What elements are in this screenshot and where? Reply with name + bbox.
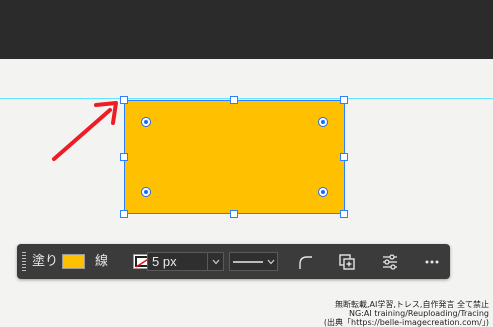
app-top-bar	[0, 0, 493, 59]
resize-handle-bottom-center[interactable]	[230, 210, 238, 218]
stroke-style-dropdown[interactable]	[229, 252, 278, 271]
stroke-label: 線	[95, 253, 109, 268]
resize-handle-top-left[interactable]	[120, 96, 128, 104]
watermark-line-2: NG:AI training/Reuploading/Tracing	[348, 309, 489, 318]
more-settings-icon[interactable]	[380, 252, 400, 272]
watermark-line-1: 無断転載,AI学習,トレス,自作発言 全て禁止	[334, 300, 489, 309]
contextual-task-bar: 塗り 線 5 px	[17, 244, 450, 279]
resize-handle-bottom-right[interactable]	[340, 210, 348, 218]
chevron-down-icon	[212, 259, 220, 265]
drag-grip-icon[interactable]	[22, 252, 26, 272]
resize-handle-middle-right[interactable]	[340, 153, 348, 161]
chevron-down-icon	[267, 259, 275, 265]
stroke-width-value: 5 px	[152, 254, 177, 269]
annotation-arrow-icon	[52, 101, 118, 161]
stroke-width-dropdown[interactable]: 5 px	[147, 252, 224, 271]
corner-radius-widget-top-right[interactable]	[318, 117, 328, 127]
resize-handle-top-right[interactable]	[340, 96, 348, 104]
corner-radius-widget-top-left[interactable]	[141, 117, 151, 127]
corner-radius-icon[interactable]	[296, 252, 316, 272]
dropdown-divider	[207, 253, 208, 270]
resize-handle-middle-left[interactable]	[120, 153, 128, 161]
stroke-line-preview-icon	[233, 261, 263, 263]
selected-rectangle-shape[interactable]	[124, 100, 345, 214]
fill-color-swatch[interactable]	[62, 254, 85, 269]
add-to-library-icon[interactable]	[337, 252, 357, 272]
more-options-icon[interactable]	[422, 252, 442, 272]
corner-radius-widget-bottom-right[interactable]	[318, 187, 328, 197]
copyright-watermark: 無断転載,AI学習,トレス,自作発言 全て禁止 NG:AI training/R…	[324, 300, 489, 327]
corner-radius-widget-bottom-left[interactable]	[141, 187, 151, 197]
resize-handle-bottom-left[interactable]	[120, 210, 128, 218]
fill-label: 塗り	[32, 253, 59, 268]
resize-handle-top-center[interactable]	[230, 96, 238, 104]
